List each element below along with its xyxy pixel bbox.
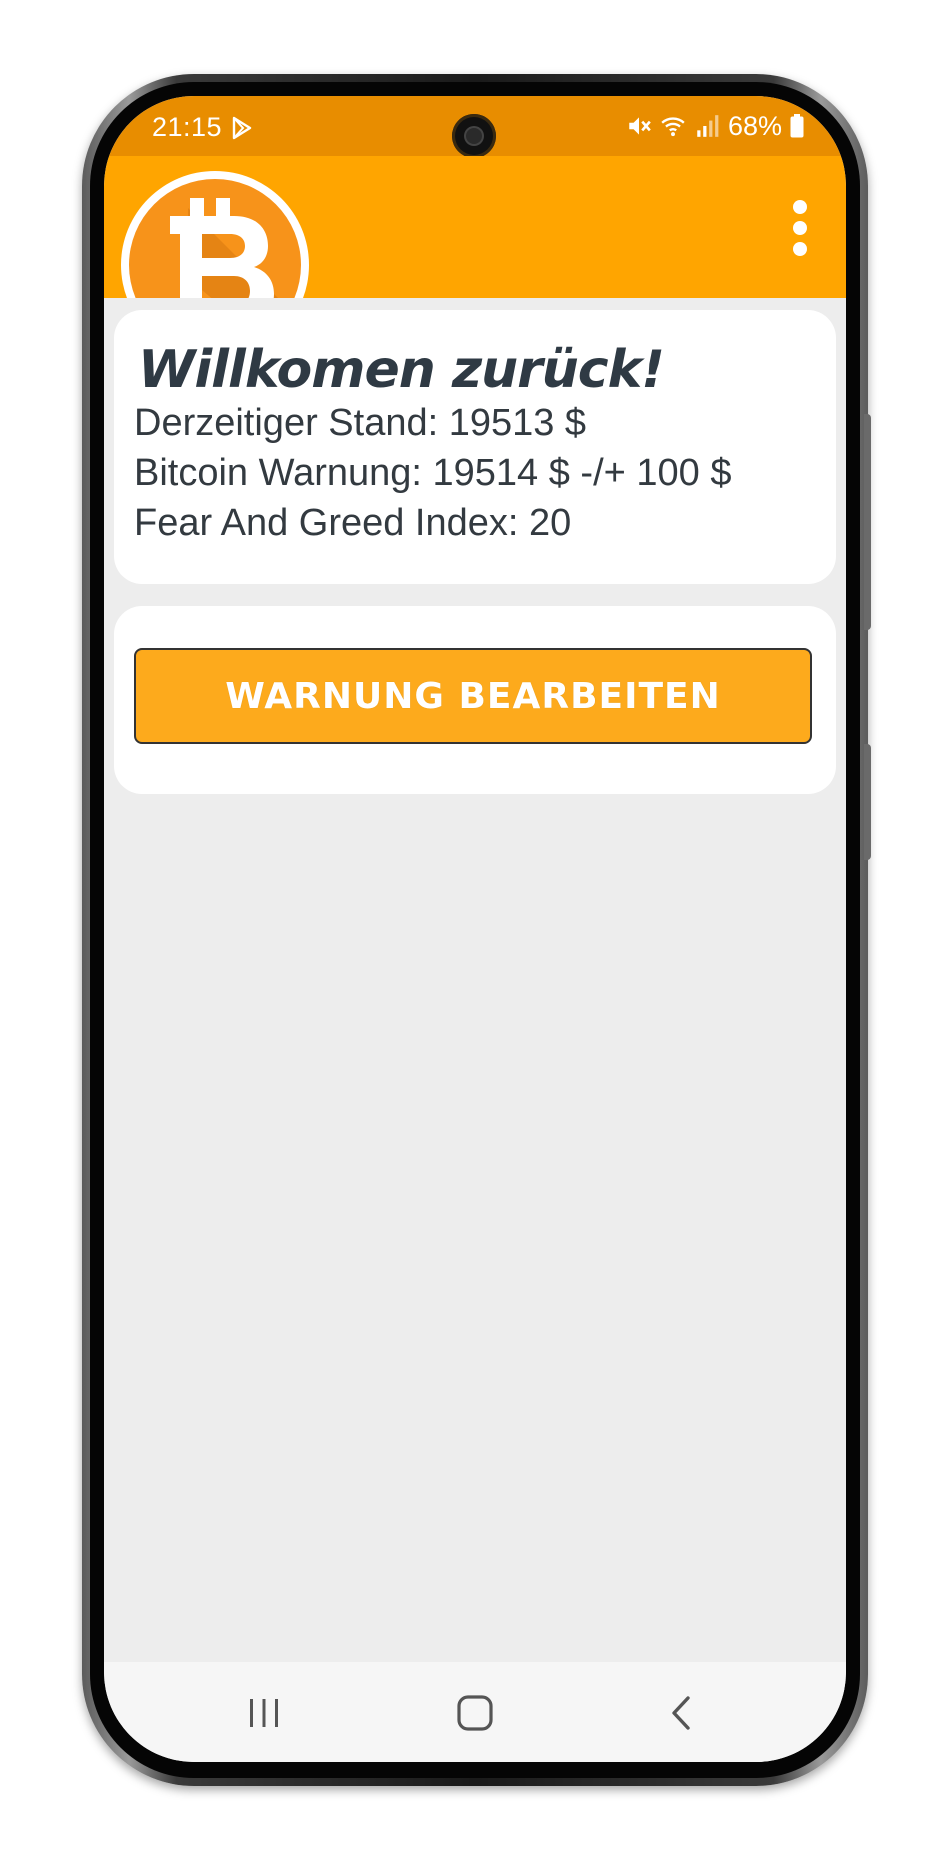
- edit-warning-button[interactable]: WARNUNG BEARBEITEN: [134, 648, 812, 744]
- signal-icon: [697, 115, 719, 137]
- status-time: 21:15: [152, 112, 223, 142]
- power-button: [864, 744, 871, 860]
- status-icons: 68%: [626, 111, 804, 141]
- navigation-bar: [104, 1662, 846, 1762]
- battery-percentage: 68%: [727, 110, 782, 141]
- play-store-icon: [232, 116, 252, 140]
- back-icon[interactable]: [668, 1694, 694, 1732]
- status-bar: 21:15 68%: [104, 96, 846, 158]
- recents-icon[interactable]: [246, 1696, 282, 1730]
- front-camera: [452, 114, 496, 158]
- welcome-title: Willkomen zurück!: [138, 340, 665, 400]
- bitcoin-alert-text: Bitcoin Warnung: 19514 $ -/+ 100 $: [134, 452, 732, 494]
- actions-card: WARNUNG BEARBEITEN: [114, 606, 836, 794]
- mute-icon: [629, 117, 651, 135]
- current-price-text: Derzeitiger Stand: 19513 $: [134, 402, 587, 444]
- battery-icon: [790, 114, 804, 138]
- bitcoin-logo: [121, 171, 309, 298]
- phone-screen: 21:15 68% Willkomen zurück! Derzeitiger …: [104, 96, 846, 1762]
- info-card: Willkomen zurück! Derzeitiger Stand: 195…: [114, 310, 836, 584]
- app-bar: [104, 156, 846, 298]
- wifi-icon: [661, 117, 685, 137]
- home-icon[interactable]: [456, 1694, 494, 1732]
- volume-button: [864, 414, 871, 630]
- fear-greed-index-text: Fear And Greed Index: 20: [134, 502, 572, 544]
- more-vert-icon[interactable]: [790, 200, 810, 264]
